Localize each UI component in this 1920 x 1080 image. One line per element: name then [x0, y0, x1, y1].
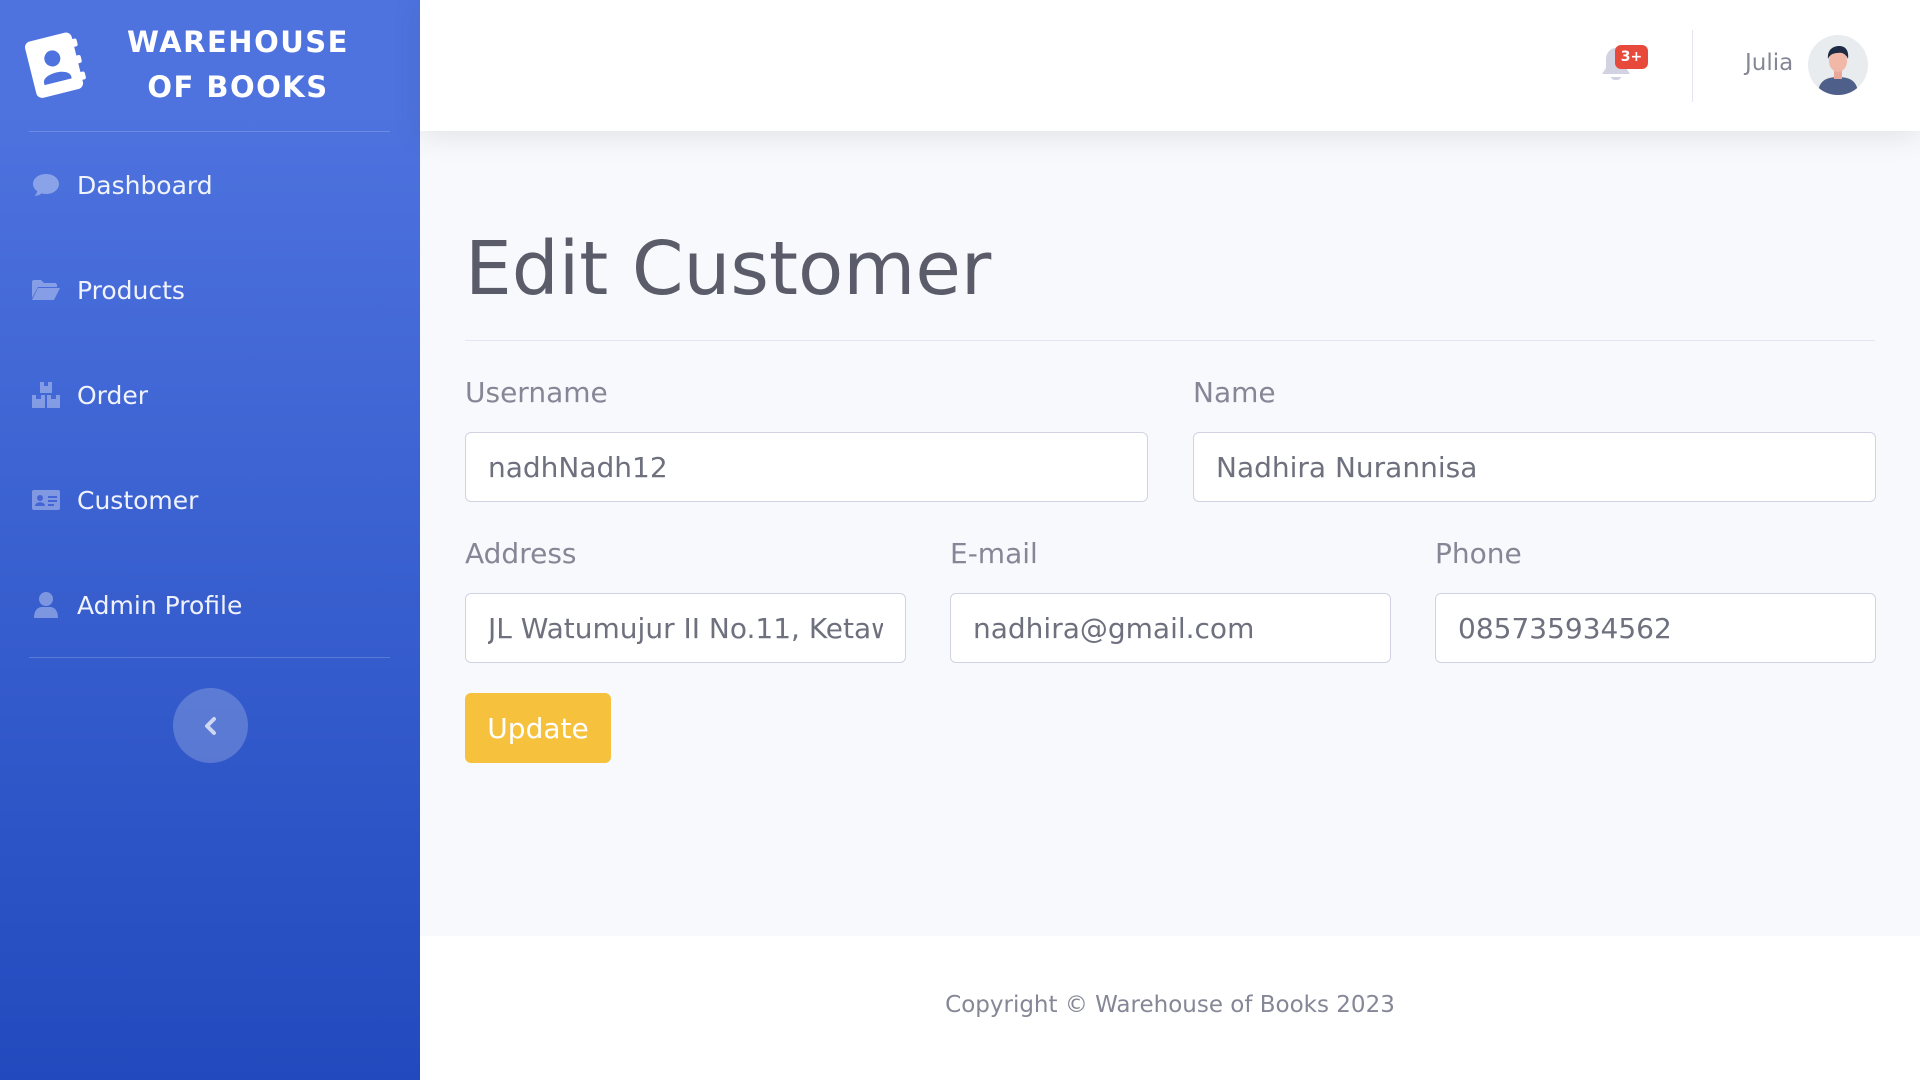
- avatar[interactable]: [1808, 35, 1868, 95]
- name-label: Name: [1193, 376, 1276, 409]
- phone-field[interactable]: [1435, 593, 1876, 663]
- brand-line-2: OF BOOKS: [147, 70, 329, 104]
- notification-badge: 3+: [1615, 45, 1648, 69]
- topbar-divider: [1692, 30, 1693, 102]
- update-button[interactable]: Update: [465, 693, 611, 763]
- folder-open-icon: [30, 274, 62, 306]
- sidebar-toggle-button[interactable]: [173, 688, 248, 763]
- chevron-left-icon: [204, 716, 216, 735]
- user-name[interactable]: Julia: [1745, 50, 1793, 76]
- comment-icon: [30, 169, 62, 201]
- user-icon: [30, 589, 62, 621]
- sidebar-item-order[interactable]: Order: [0, 365, 420, 425]
- name-field[interactable]: [1193, 432, 1876, 502]
- phone-label: Phone: [1435, 537, 1522, 570]
- sidebar-item-label: Products: [77, 275, 185, 305]
- email-label: E-mail: [950, 537, 1038, 570]
- sidebar-divider: [29, 131, 390, 132]
- page-title: Edit Customer: [465, 226, 992, 312]
- username-field[interactable]: [465, 432, 1148, 502]
- brand-name: WAREHOUSE OF BOOKS: [118, 20, 358, 110]
- user-avatar-icon: [1808, 35, 1868, 95]
- id-card-icon: [30, 484, 62, 516]
- sidebar: WAREHOUSE OF BOOKS Dashboard Products Or…: [0, 0, 420, 1080]
- brand[interactable]: WAREHOUSE OF BOOKS: [0, 0, 420, 131]
- sidebar-item-label: Customer: [77, 485, 199, 515]
- address-label: Address: [465, 537, 577, 570]
- sidebar-item-label: Order: [77, 380, 149, 410]
- sidebar-item-label: Dashboard: [77, 170, 213, 200]
- sidebar-item-admin-profile[interactable]: Admin Profile: [0, 575, 420, 635]
- sidebar-item-products[interactable]: Products: [0, 260, 420, 320]
- sidebar-item-label: Admin Profile: [77, 590, 243, 620]
- copyright-text: Copyright © Warehouse of Books 2023: [945, 992, 1395, 1018]
- brand-line-1: WAREHOUSE: [127, 25, 349, 59]
- sidebar-divider: [29, 657, 390, 658]
- footer: Copyright © Warehouse of Books 2023: [420, 936, 1920, 1080]
- address-field[interactable]: [465, 593, 906, 663]
- topbar: 3+ Julia: [420, 0, 1920, 131]
- title-divider: [465, 340, 1875, 341]
- username-label: Username: [465, 376, 608, 409]
- boxes-icon: [30, 379, 62, 411]
- address-book-icon: [25, 32, 86, 98]
- email-field[interactable]: [950, 593, 1391, 663]
- sidebar-item-customer[interactable]: Customer: [0, 470, 420, 530]
- sidebar-item-dashboard[interactable]: Dashboard: [0, 155, 420, 215]
